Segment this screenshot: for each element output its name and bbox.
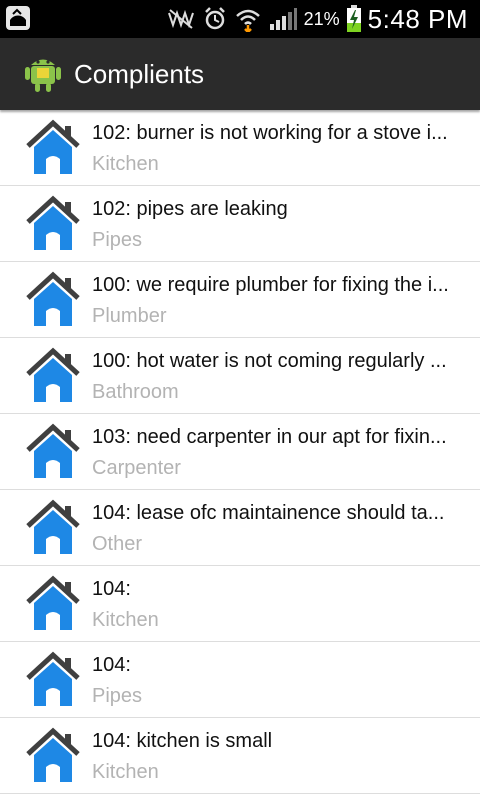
battery-percent: 21% xyxy=(303,8,340,29)
android-app-icon[interactable] xyxy=(22,52,64,94)
list-item[interactable]: 104: lease ofc maintainence should ta...… xyxy=(0,490,480,566)
list-item[interactable]: 104: Pipes xyxy=(0,642,480,718)
wifi-icon xyxy=(235,9,260,32)
complaint-title: 104: kitchen is small xyxy=(92,730,273,752)
list-item[interactable]: 104: kitchen is small Kitchen xyxy=(0,718,480,794)
house-icon xyxy=(26,271,80,326)
list-item[interactable]: 102: burner is not working for a stove i… xyxy=(0,110,480,186)
battery-charging-icon xyxy=(346,5,361,32)
complaint-category: Carpenter xyxy=(92,457,181,479)
list-item[interactable]: 104: Kitchen xyxy=(0,566,480,642)
status-bar: 21% 5:48 PM xyxy=(0,0,480,38)
complaint-title: 104: xyxy=(92,578,131,600)
complaint-category: Plumber xyxy=(92,305,167,327)
complaint-title: 103: need carpenter in our apt for fixin… xyxy=(92,426,447,448)
complaint-title: 104: xyxy=(92,654,131,676)
complaint-category: Kitchen xyxy=(92,153,159,175)
house-icon xyxy=(26,119,80,174)
signal-icon xyxy=(269,8,297,30)
page-title: Complients xyxy=(74,59,205,89)
house-icon xyxy=(26,499,80,554)
list-item[interactable]: 103: need carpenter in our apt for fixin… xyxy=(0,414,480,490)
complaint-title: 102: burner is not working for a stove i… xyxy=(92,122,448,144)
house-icon xyxy=(26,347,80,402)
house-icon xyxy=(26,423,80,478)
complaints-list: 102: burner is not working for a stove i… xyxy=(0,110,480,794)
screenshot-icon xyxy=(6,6,30,30)
complaint-title: 100: we require plumber for fixing the i… xyxy=(92,274,449,296)
complaint-title: 102: pipes are leaking xyxy=(92,198,288,220)
complaint-category: Kitchen xyxy=(92,761,159,783)
vibrate-icon xyxy=(167,9,194,29)
complaint-category: Pipes xyxy=(92,685,143,707)
complaint-category: Other xyxy=(92,533,143,555)
house-icon xyxy=(26,651,80,706)
list-item[interactable]: 100: we require plumber for fixing the i… xyxy=(0,262,480,338)
complaint-title: 100: hot water is not coming regularly .… xyxy=(92,350,447,372)
complaint-category: Bathroom xyxy=(92,381,179,403)
house-icon xyxy=(26,727,80,782)
list-item[interactable]: 100: hot water is not coming regularly .… xyxy=(0,338,480,414)
list-item[interactable]: 102: pipes are leaking Pipes xyxy=(0,186,480,262)
alarm-icon xyxy=(204,7,225,30)
complaint-title: 104: lease ofc maintainence should ta... xyxy=(92,502,445,524)
house-icon xyxy=(26,575,80,630)
clock: 5:48 PM xyxy=(367,3,468,34)
complaint-category: Kitchen xyxy=(92,609,159,631)
complaint-category: Pipes xyxy=(92,229,143,251)
house-icon xyxy=(26,195,80,250)
action-bar xyxy=(0,38,480,110)
